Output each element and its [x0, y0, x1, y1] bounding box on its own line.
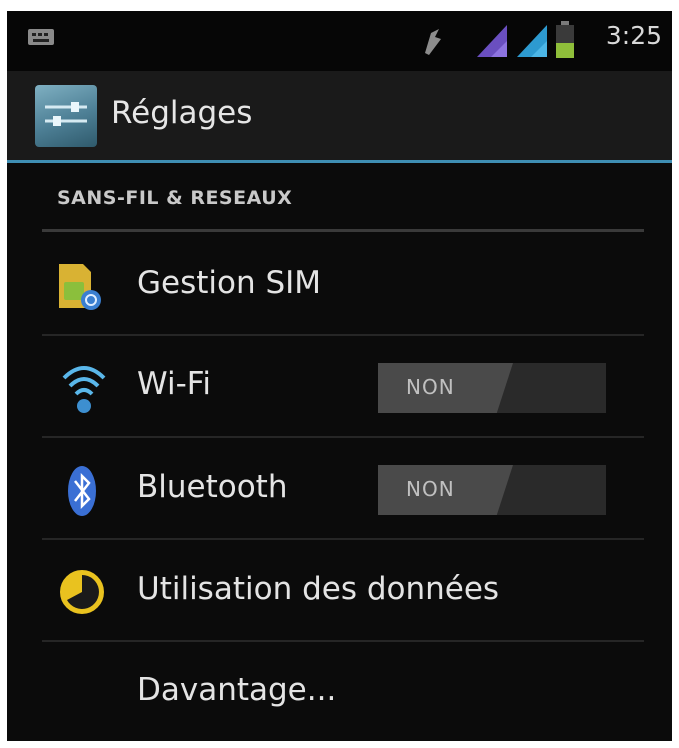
settings-item-wifi[interactable]: Wi-Fi NON [42, 336, 644, 438]
status-bar: 3:25 [7, 11, 672, 71]
settings-item-label: Davantage... [137, 672, 337, 708]
action-bar-divider [7, 160, 672, 163]
page-title: Réglages [111, 95, 253, 131]
settings-item-label: Wi-Fi [137, 366, 211, 402]
wifi-toggle[interactable]: NON [378, 363, 606, 413]
settings-screen: 3:25 Réglages SANS-FIL & RESEAUX Gestion… [7, 11, 672, 741]
battery-icon [556, 21, 574, 58]
action-bar [7, 71, 672, 161]
bluetooth-toggle[interactable]: NON [378, 465, 606, 515]
settings-item-label: Bluetooth [137, 469, 288, 505]
notification-icon [28, 29, 54, 45]
signal-icon [517, 25, 547, 57]
settings-item-label: Gestion SIM [137, 265, 322, 301]
settings-item-data-usage[interactable]: Utilisation des données [42, 540, 644, 642]
signal-icon [477, 25, 507, 57]
settings-item-bluetooth[interactable]: Bluetooth NON [42, 438, 644, 540]
settings-item-more[interactable]: Davantage... [42, 642, 644, 741]
clock: 3:25 [605, 21, 662, 50]
section-header: SANS-FIL & RESEAUX [57, 187, 293, 209]
toggle-state: NON [406, 477, 455, 501]
wifi-icon [62, 366, 106, 413]
data-usage-icon [60, 570, 104, 614]
sim-card-icon [59, 264, 101, 310]
toggle-state: NON [406, 375, 455, 399]
settings-app-icon[interactable] [35, 85, 97, 147]
settings-item-label: Utilisation des données [137, 571, 500, 607]
gps-icon [425, 29, 441, 55]
bluetooth-icon [68, 466, 96, 516]
settings-item-sim[interactable]: Gestion SIM [42, 232, 644, 334]
